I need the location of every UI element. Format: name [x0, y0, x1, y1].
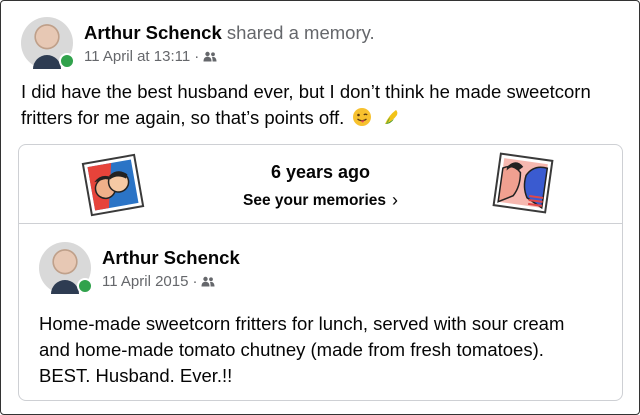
post-body: I did have the best husband ever, but I … [21, 79, 621, 131]
kiss-sticker-icon [492, 152, 554, 214]
avatar[interactable] [21, 17, 75, 69]
friends-icon[interactable] [203, 51, 217, 62]
post-timestamp[interactable]: 11 April at 13:11 [84, 48, 190, 65]
corn-icon [384, 110, 397, 124]
post-subline: 11 April at 13:11 · [84, 48, 375, 65]
separator-dot: · [194, 48, 200, 65]
separator-dot: · [192, 273, 198, 290]
shared-avatar[interactable] [39, 242, 93, 294]
memory-banner[interactable]: 6 years ago See your memories › [19, 145, 622, 224]
shared-post-text: Home-made sweetcorn fritters for lunch, … [39, 313, 565, 386]
author-name[interactable]: Arthur Schenck [84, 22, 222, 43]
post-text: I did have the best husband ever, but I … [21, 81, 591, 128]
shared-name-line: Arthur Schenck [102, 246, 240, 270]
post-action: shared a memory. [226, 22, 375, 43]
see-memories-label: See your memories [242, 192, 386, 209]
online-status-icon [77, 278, 93, 294]
shared-post-header: Arthur Schenck 11 April 2015 · [39, 242, 240, 294]
shared-post-timestamp[interactable]: 11 April 2015 [102, 273, 188, 290]
shared-post-meta: Arthur Schenck 11 April 2015 · [102, 246, 240, 290]
post-header: Arthur Schenck shared a memory. 11 April… [21, 17, 375, 69]
post-name-line: Arthur Schenck shared a memory. [84, 21, 375, 45]
memory-post: Arthur Schenck shared a memory. 11 April… [0, 0, 640, 415]
memory-card[interactable]: 6 years ago See your memories › Arthur S… [18, 144, 623, 401]
shared-author-name[interactable]: Arthur Schenck [102, 247, 240, 268]
post-meta: Arthur Schenck shared a memory. 11 April… [84, 21, 375, 65]
shared-post-subline: 11 April 2015 · [102, 273, 240, 290]
winking-face-tongue-icon [353, 108, 372, 126]
online-status-icon [59, 53, 75, 69]
chevron-right-icon: › [392, 190, 398, 210]
friends-icon[interactable] [201, 276, 215, 287]
